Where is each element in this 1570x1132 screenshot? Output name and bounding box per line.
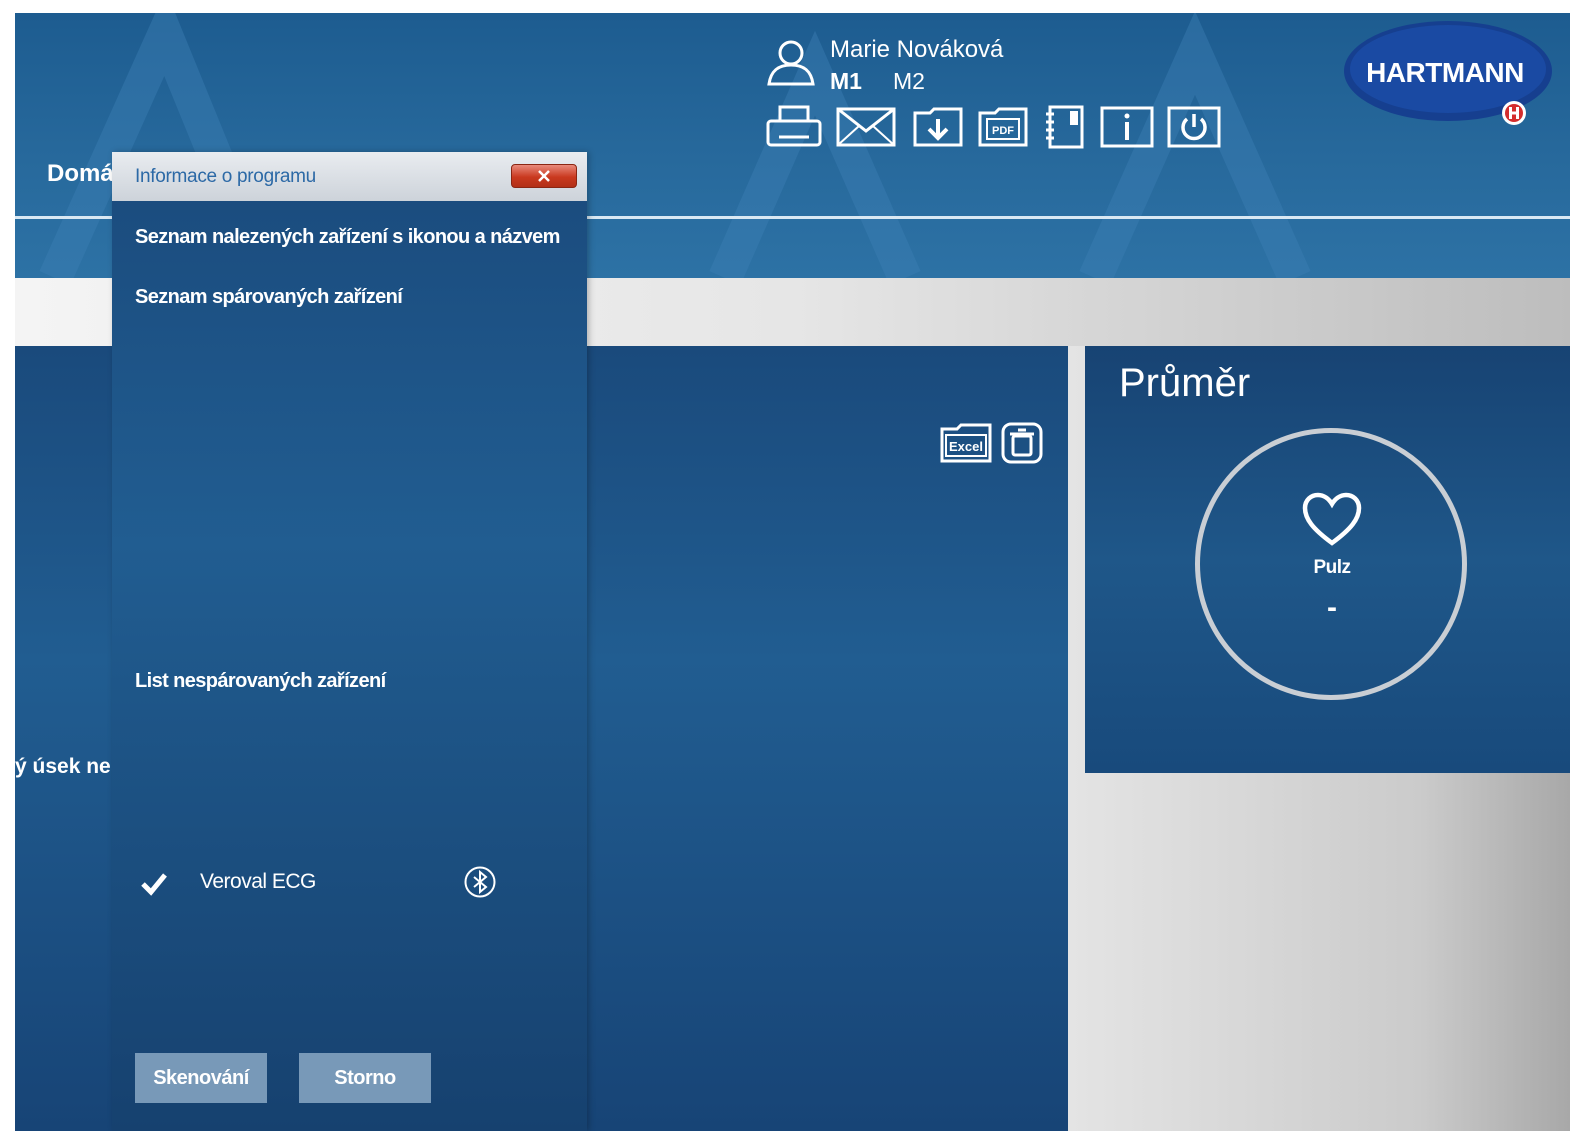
- pulse-label: Pulz: [1313, 557, 1351, 578]
- found-devices-text: Seznam nalezených zařízení s ikonou a ná…: [135, 226, 560, 248]
- partial-panel-text: ý úsek ne: [15, 755, 111, 778]
- excel-export-icon[interactable]: Excel: [940, 421, 992, 465]
- paired-devices-text: Seznam spárovaných zařízení: [135, 286, 403, 308]
- cancel-button[interactable]: Storno: [299, 1053, 431, 1103]
- close-button[interactable]: [511, 164, 577, 188]
- scan-button[interactable]: Skenování: [135, 1053, 267, 1103]
- unpaired-devices-heading: List nespárovaných zařízení: [135, 670, 386, 692]
- dialog-titlebar[interactable]: Informace o programu: [112, 152, 587, 201]
- memory-slot-m2[interactable]: M2: [893, 68, 925, 95]
- bluetooth-icon: [464, 866, 496, 898]
- check-icon[interactable]: [140, 872, 168, 896]
- pdf-icon[interactable]: PDF: [977, 105, 1029, 149]
- notebook-icon[interactable]: [1042, 105, 1086, 149]
- info-icon[interactable]: [1099, 105, 1155, 149]
- user-name: Marie Nováková: [830, 36, 1004, 63]
- logo-text: HARTMANN: [1366, 57, 1524, 88]
- svg-text:Excel: Excel: [949, 439, 983, 454]
- device-dialog: Informace o programu Seznam nalezených z…: [112, 152, 587, 1131]
- heart-icon: [1302, 492, 1362, 546]
- average-title: Průměr: [1119, 361, 1251, 405]
- printer-icon[interactable]: [765, 105, 823, 149]
- memory-slot-m1[interactable]: M1: [830, 68, 862, 95]
- trash-icon[interactable]: [1000, 421, 1044, 465]
- power-icon[interactable]: [1166, 105, 1222, 149]
- close-icon: [538, 170, 550, 182]
- dialog-title: Informace o programu: [135, 166, 316, 187]
- download-icon[interactable]: [912, 105, 964, 149]
- svg-text:PDF: PDF: [992, 125, 1014, 137]
- mail-icon[interactable]: [835, 105, 897, 149]
- device-name[interactable]: Veroval ECG: [200, 870, 316, 894]
- nav-home-tab[interactable]: Domá: [47, 160, 114, 188]
- user-icon[interactable]: [765, 36, 817, 88]
- pulse-value: -: [1327, 591, 1337, 624]
- app-window: Domá Marie Nováková M1 M2 PDF HARTMANN ý…: [15, 13, 1570, 1131]
